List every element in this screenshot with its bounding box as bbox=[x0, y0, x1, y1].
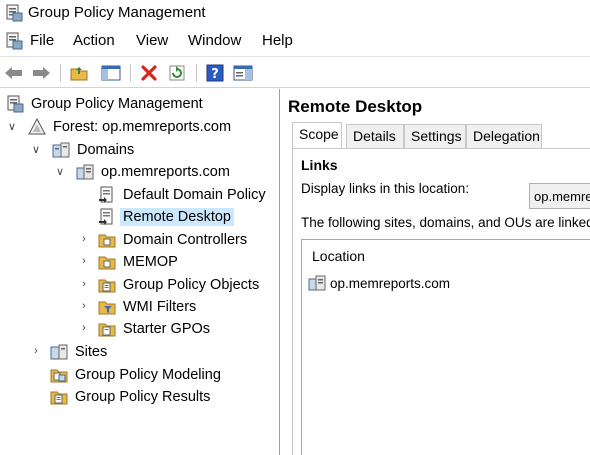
gpmc-app-icon bbox=[5, 4, 23, 25]
tree-item-starter-gpos[interactable]: › Starter GPOs bbox=[78, 318, 213, 340]
menu-action[interactable]: Action bbox=[73, 32, 115, 49]
details-pane: Remote Desktop Scope Details Settings De… bbox=[284, 89, 590, 455]
tree-item-memop[interactable]: › MEMOP bbox=[78, 251, 181, 273]
forest-icon bbox=[28, 118, 46, 136]
tree-label: Forest: op.memreports.com bbox=[53, 119, 232, 135]
gpo-folder-icon bbox=[98, 276, 116, 294]
up-folder-icon[interactable] bbox=[68, 62, 90, 84]
tab-scope[interactable]: Scope bbox=[292, 122, 342, 149]
ou-folder-icon bbox=[98, 231, 116, 249]
linked-info-text: The following sites, domains, and OUs ar… bbox=[301, 215, 590, 230]
menu-view[interactable]: View bbox=[136, 32, 168, 49]
tree-item-forest[interactable]: ∨ Forest: op.memreports.com bbox=[6, 116, 234, 138]
display-links-label: Display links in this location: bbox=[301, 181, 470, 196]
window-title: Group Policy Management bbox=[28, 4, 206, 21]
tree-item-gp-modeling[interactable]: Group Policy Modeling bbox=[50, 364, 224, 386]
list-item[interactable]: op.memreports.com bbox=[308, 274, 450, 292]
help-icon[interactable]: ? bbox=[204, 62, 226, 84]
details-title: Remote Desktop bbox=[288, 97, 423, 116]
tree-label: Default Domain Policy bbox=[123, 187, 266, 203]
tree-item-default-domain-policy[interactable]: Default Domain Policy bbox=[98, 184, 269, 206]
menu-window[interactable]: Window bbox=[188, 32, 241, 49]
expand-chevron-icon[interactable]: › bbox=[78, 278, 90, 290]
tree-label: Sites bbox=[75, 344, 108, 360]
tree-item-gp-results[interactable]: Group Policy Results bbox=[50, 386, 213, 408]
system-menu-icon[interactable] bbox=[5, 32, 23, 53]
collapse-chevron-icon[interactable]: ∨ bbox=[30, 143, 42, 156]
gp-modeling-icon bbox=[50, 366, 68, 384]
title-bar: Group Policy Management bbox=[0, 0, 590, 28]
expand-chevron-icon[interactable]: › bbox=[30, 345, 42, 357]
toolbar: ? bbox=[0, 56, 590, 88]
tree-item-domain-op-memreports[interactable]: ∨ op.memreports.com bbox=[54, 161, 233, 183]
wmi-filter-icon bbox=[98, 298, 116, 316]
domain-icon bbox=[76, 163, 94, 181]
tree-item-domain-controllers[interactable]: › Domain Controllers bbox=[78, 229, 250, 251]
menu-help[interactable]: Help bbox=[262, 32, 293, 49]
delete-icon[interactable] bbox=[138, 62, 160, 84]
scope-tab-content: Links Display links in this location: op… bbox=[292, 148, 590, 455]
tree-label: MEMOP bbox=[123, 254, 178, 270]
tree-label: Group Policy Results bbox=[75, 389, 211, 405]
back-arrow-icon[interactable] bbox=[3, 62, 25, 84]
domain-icon bbox=[308, 274, 326, 292]
console-tree: Group Policy Management ∨ Forest: op.mem… bbox=[0, 89, 280, 455]
properties-pane-icon[interactable] bbox=[232, 62, 254, 84]
tree-label: WMI Filters bbox=[123, 299, 197, 315]
tree-label: op.memreports.com bbox=[101, 164, 230, 180]
tree-label: Domains bbox=[77, 142, 135, 158]
tree-label: Remote Desktop bbox=[120, 208, 234, 226]
tree-label: Domain Controllers bbox=[123, 232, 248, 248]
refresh-icon[interactable] bbox=[166, 62, 188, 84]
tree-label: Group Policy Management bbox=[31, 96, 203, 112]
menu-file[interactable]: File bbox=[30, 32, 54, 49]
expand-chevron-icon[interactable]: › bbox=[78, 300, 90, 312]
tab-settings[interactable]: Settings bbox=[404, 124, 466, 148]
gpm-root-icon bbox=[6, 95, 24, 113]
show-hide-tree-icon[interactable] bbox=[100, 62, 122, 84]
tree-label: Group Policy Modeling bbox=[75, 367, 221, 383]
svg-text:?: ? bbox=[211, 67, 219, 82]
menu-bar: File Action View Window Help bbox=[0, 28, 590, 54]
gpo-link-icon bbox=[98, 208, 116, 226]
display-links-dropdown[interactable]: op.memreports.com bbox=[529, 183, 590, 209]
gp-results-icon bbox=[50, 388, 68, 406]
tree-item-wmi-filters[interactable]: › WMI Filters bbox=[78, 296, 199, 318]
links-list[interactable]: Location op.memreports.com bbox=[301, 239, 590, 455]
expand-chevron-icon[interactable]: › bbox=[78, 255, 90, 267]
links-section-label: Links bbox=[301, 157, 338, 173]
column-header-location[interactable]: Location bbox=[312, 248, 365, 264]
expand-chevron-icon[interactable]: › bbox=[78, 233, 90, 245]
tree-item-sites[interactable]: › Sites bbox=[30, 341, 110, 363]
tree-item-domains[interactable]: ∨ Domains bbox=[30, 139, 137, 161]
location-cell: op.memreports.com bbox=[330, 275, 451, 291]
gpo-link-icon bbox=[98, 186, 116, 204]
tree-item-group-policy-objects[interactable]: › Group Policy Objects bbox=[78, 274, 262, 296]
ou-folder-icon bbox=[98, 253, 116, 271]
tree-item-remote-desktop[interactable]: Remote Desktop bbox=[98, 206, 234, 228]
domains-icon bbox=[52, 141, 70, 159]
expand-chevron-icon[interactable]: › bbox=[78, 322, 90, 334]
forward-arrow-icon[interactable] bbox=[30, 62, 52, 84]
collapse-chevron-icon[interactable]: ∨ bbox=[6, 120, 18, 133]
collapse-chevron-icon[interactable]: ∨ bbox=[54, 165, 66, 178]
tree-label: Starter GPOs bbox=[123, 321, 211, 337]
tree-item-gpm-root[interactable]: Group Policy Management bbox=[6, 93, 206, 115]
tab-delegation[interactable]: Delegation bbox=[466, 124, 542, 148]
tab-details[interactable]: Details bbox=[346, 124, 404, 148]
tree-label: Group Policy Objects bbox=[123, 277, 260, 293]
sites-icon bbox=[50, 343, 68, 361]
starter-gpo-folder-icon bbox=[98, 320, 116, 338]
